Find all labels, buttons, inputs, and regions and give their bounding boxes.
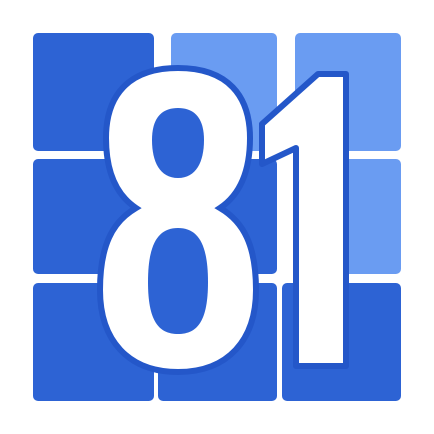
app-logo xyxy=(0,0,434,434)
numeral-eight xyxy=(96,64,260,376)
logo-graphic xyxy=(33,33,401,401)
